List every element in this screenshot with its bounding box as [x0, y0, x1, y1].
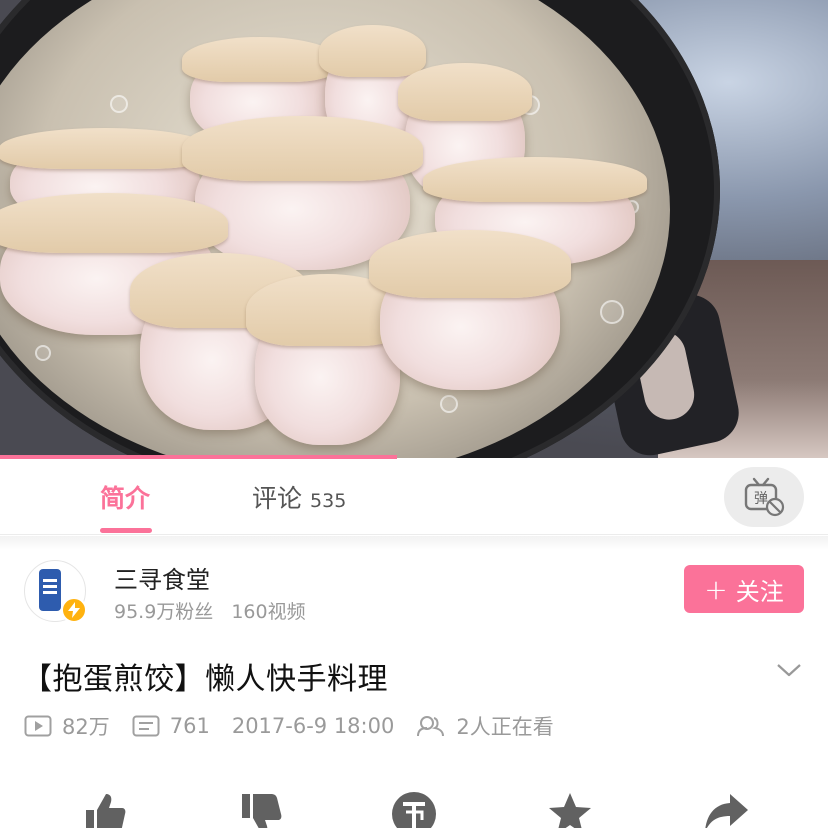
verified-badge-icon — [61, 597, 87, 623]
view-count: 82万 — [62, 715, 110, 739]
coin-icon[interactable] — [390, 790, 438, 828]
uploader-avatar[interactable] — [24, 560, 87, 623]
danmaku-count-icon — [132, 715, 160, 737]
video-count: 160视频 — [231, 601, 306, 623]
chevron-down-icon[interactable] — [776, 660, 802, 680]
detail-tabs: 简介 评论 535 弹 — [0, 459, 828, 535]
danmaku-toggle-button[interactable]: 弹 — [724, 467, 804, 527]
video-frame-bubble — [35, 345, 51, 361]
publish-time: 2017-6-9 18:00 — [232, 714, 395, 738]
tab-comments-label: 评论 — [252, 484, 303, 513]
danmaku-glyph: 弹 — [754, 491, 768, 507]
share-icon[interactable] — [702, 790, 750, 828]
video-frame-bubble — [110, 95, 128, 113]
video-frame-dumpling — [369, 230, 571, 390]
play-count-icon — [24, 715, 52, 737]
follow-button[interactable]: + 关注 — [684, 565, 804, 613]
avatar-logo — [39, 569, 61, 611]
dislike-icon[interactable] — [236, 790, 284, 828]
follow-label: 关注 — [735, 577, 784, 606]
tab-intro[interactable]: 简介 — [100, 479, 150, 515]
video-meta: 82万 761 2017-6-9 18:00 2人正在看 — [24, 711, 576, 741]
publish-date: 2017-6-9 18:00 — [231, 714, 395, 738]
fans-count: 95.9万粉丝 — [114, 601, 214, 623]
watching-stat: 2人正在看 — [416, 711, 554, 741]
favorite-icon[interactable] — [546, 790, 594, 828]
plus-icon: + — [704, 572, 728, 606]
video-player[interactable] — [0, 0, 828, 458]
tab-comments[interactable]: 评论 535 — [252, 479, 346, 515]
video-frame-dumpling — [246, 274, 409, 445]
active-tab-indicator — [100, 528, 152, 533]
danmaku-stat: 761 — [132, 714, 210, 738]
video-title: 【抱蛋煎饺】懒人快手料理 — [22, 662, 388, 697]
views-stat: 82万 — [24, 711, 110, 741]
danmaku-off-icon: 弹 — [744, 477, 785, 517]
like-icon[interactable] — [80, 790, 128, 828]
divider-shadow — [0, 536, 828, 550]
tab-intro-label: 简介 — [100, 484, 151, 513]
danmaku-count: 761 — [169, 714, 210, 738]
video-frame-bubble — [600, 300, 624, 324]
comment-count: 535 — [310, 490, 347, 512]
watching-count: 2人正在看 — [456, 715, 554, 739]
viewers-icon — [417, 716, 445, 737]
action-bar — [0, 790, 828, 828]
uploader-name[interactable]: 三寻食堂 — [114, 560, 210, 595]
lightning-icon — [68, 602, 80, 618]
video-frame-bubble — [440, 395, 458, 413]
uploader-stats: 95.9万粉丝 160视频 — [114, 597, 306, 624]
